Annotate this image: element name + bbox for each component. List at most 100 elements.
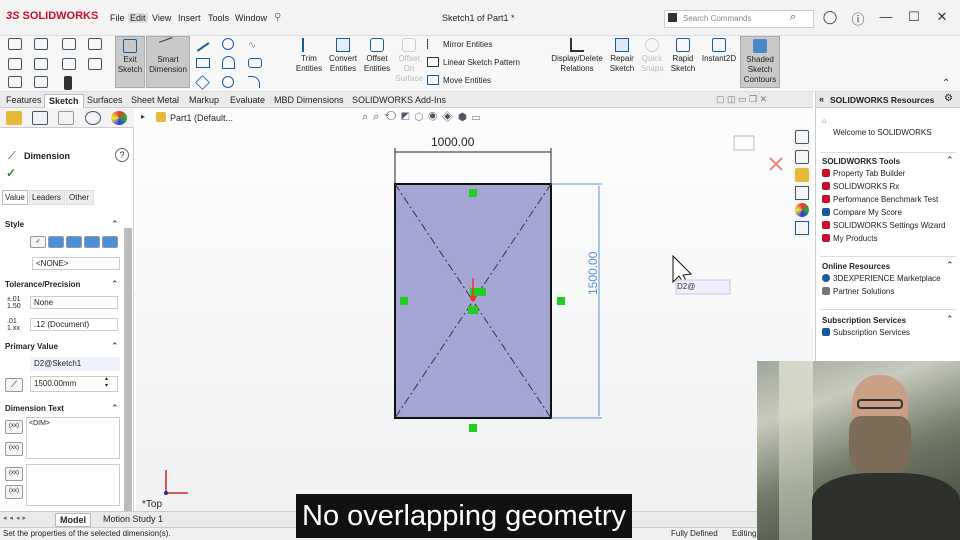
select-icon[interactable] bbox=[62, 58, 76, 70]
dimension-text-field-2[interactable] bbox=[26, 464, 120, 506]
tool-settings-wizard[interactable]: SOLIDWORKS Settings Wizard bbox=[822, 221, 945, 230]
rapid-sketch-button[interactable]: Rapid Sketch bbox=[668, 36, 698, 88]
mirror-entities-button[interactable]: Mirror Entities bbox=[427, 39, 543, 53]
style-load-icon[interactable] bbox=[102, 236, 118, 248]
subtab-other[interactable]: Other bbox=[66, 190, 94, 205]
style-favorite-icon[interactable] bbox=[48, 236, 64, 248]
precision-dropdown[interactable]: .12 (Document) bbox=[30, 318, 118, 331]
minimize-button[interactable]: — bbox=[876, 9, 896, 27]
tab-surfaces[interactable]: Surfaces bbox=[83, 94, 127, 108]
feature-manager-icon[interactable] bbox=[6, 111, 22, 125]
help-icon[interactable]: ⓘ bbox=[848, 9, 868, 27]
graphics-area[interactable]: ▸ Part1 (Default... ⌕⌕⟲◩⬡◉◈⬢▭ 1000.00 15… bbox=[136, 108, 813, 511]
dimension-name-field[interactable]: D2@Sketch1 bbox=[30, 357, 120, 371]
ellipse-icon[interactable] bbox=[222, 76, 234, 88]
gear-icon[interactable]: ⚙ bbox=[944, 93, 953, 104]
move-entities-button[interactable]: Move Entities bbox=[427, 75, 543, 89]
sketch-canvas[interactable] bbox=[136, 108, 813, 511]
options-icon[interactable] bbox=[8, 76, 22, 88]
tab-motion-study[interactable]: Motion Study 1 bbox=[103, 514, 163, 524]
repair-sketch-button[interactable]: Repair Sketch bbox=[607, 36, 637, 88]
display-manager-icon[interactable] bbox=[111, 111, 127, 125]
custom-properties-icon[interactable] bbox=[795, 221, 809, 235]
horizontal-relation-top[interactable] bbox=[469, 189, 477, 197]
collapse-subscription-icon[interactable]: ⌃ bbox=[946, 314, 954, 325]
tab-scroll-arrows[interactable]: ◂◂◂▸ bbox=[3, 514, 29, 522]
user-icon[interactable]: ◯ bbox=[820, 9, 840, 27]
dim-text-button-4[interactable]: (xx) bbox=[5, 485, 23, 499]
save-icon[interactable] bbox=[34, 38, 48, 50]
file-explorer-icon[interactable] bbox=[795, 168, 809, 182]
tolerance-type-dropdown[interactable]: None bbox=[30, 296, 118, 309]
menu-window[interactable]: Window bbox=[235, 13, 267, 23]
collapse-online-icon[interactable]: ⌃ bbox=[946, 260, 954, 271]
quick-snaps-button[interactable]: Quick Snaps bbox=[638, 36, 666, 88]
horizontal-relation-bottom[interactable] bbox=[469, 424, 477, 432]
style-save-icon[interactable] bbox=[84, 236, 100, 248]
settings-icon[interactable] bbox=[88, 58, 102, 70]
fillet-icon[interactable] bbox=[248, 76, 260, 88]
pin-icon[interactable]: ⚲ bbox=[274, 12, 281, 23]
ok-checkmark-icon[interactable]: ✓ bbox=[6, 166, 16, 180]
online-marketplace-link[interactable]: 3DEXPERIENCE Marketplace bbox=[822, 274, 941, 283]
menu-insert[interactable]: Insert bbox=[178, 13, 201, 23]
collapse-ribbon-icon[interactable]: ⌃ bbox=[942, 78, 950, 89]
display-delete-relations-button[interactable]: Display/Delete Relations bbox=[548, 36, 606, 88]
tab-evaluate[interactable]: Evaluate bbox=[226, 94, 269, 108]
collapse-style-icon[interactable]: ⌃ bbox=[111, 219, 119, 230]
panel-controls-icon[interactable]: ▢ ◫ ▭ ❐ ✕ bbox=[716, 94, 767, 105]
style-add-icon[interactable] bbox=[66, 236, 82, 248]
subscription-services-link[interactable]: Subscription Services bbox=[822, 328, 910, 337]
online-partner-solutions-link[interactable]: Partner Solutions bbox=[822, 287, 894, 296]
circle-icon[interactable] bbox=[222, 38, 234, 50]
resources-home-icon[interactable] bbox=[795, 130, 809, 144]
tool-my-products[interactable]: My Products bbox=[822, 234, 877, 243]
pick-value-icon[interactable]: ⟋ bbox=[5, 378, 23, 392]
welcome-link[interactable]: Welcome to SOLIDWORKS bbox=[833, 128, 932, 137]
menu-view[interactable]: View bbox=[152, 13, 171, 23]
tool-property-tab-builder[interactable]: Property Tab Builder bbox=[822, 169, 905, 178]
collapse-dimension-text-icon[interactable]: ⌃ bbox=[111, 403, 119, 414]
appearances-icon[interactable] bbox=[795, 203, 809, 217]
tab-markup[interactable]: Markup bbox=[185, 94, 223, 108]
linear-sketch-pattern-button[interactable]: Linear Sketch Pattern bbox=[427, 57, 543, 71]
rectangle-icon[interactable] bbox=[196, 58, 210, 68]
subtab-value[interactable]: Value bbox=[2, 190, 28, 205]
menu-file[interactable]: File bbox=[110, 13, 125, 23]
height-dimension-text[interactable]: 1500.00 bbox=[586, 252, 600, 295]
shaded-sketch-contours-button[interactable]: Shaded Sketch Contours bbox=[740, 36, 780, 88]
coincident-relation-icon[interactable] bbox=[468, 306, 478, 314]
panel-scrollbar[interactable] bbox=[124, 228, 132, 511]
tab-features[interactable]: Features bbox=[2, 94, 46, 108]
value-spinner[interactable]: ▴ ▾ bbox=[105, 376, 108, 390]
collapse-tolerance-icon[interactable]: ⌃ bbox=[111, 279, 119, 290]
maximize-button[interactable]: ☐ bbox=[904, 9, 924, 27]
open-icon[interactable] bbox=[8, 58, 22, 70]
solidworks-logo[interactable]: 3S SOLIDWORKS bbox=[6, 10, 98, 22]
offset-on-surface-button[interactable]: Offset On Surface bbox=[394, 36, 424, 88]
vertical-relation-left[interactable] bbox=[400, 297, 408, 305]
tab-solidworks-addins[interactable]: SOLIDWORKS Add-Ins bbox=[348, 94, 450, 108]
undo-icon[interactable] bbox=[34, 58, 48, 70]
dim-text-button-3[interactable]: (xx) bbox=[5, 467, 23, 481]
view-palette-icon[interactable] bbox=[795, 186, 809, 200]
width-dimension-text[interactable]: 1000.00 bbox=[431, 135, 474, 149]
vertical-relation-right[interactable] bbox=[557, 297, 565, 305]
tab-model[interactable]: Model bbox=[55, 513, 91, 527]
instant2d-button[interactable]: Instant2D bbox=[700, 36, 738, 88]
dim-text-button-2[interactable]: (xx) bbox=[5, 442, 23, 456]
tab-sketch[interactable]: Sketch bbox=[44, 94, 84, 108]
menu-edit[interactable]: Edit bbox=[128, 13, 148, 23]
polygon-icon[interactable] bbox=[195, 75, 210, 90]
style-dropdown[interactable]: <NONE> bbox=[32, 257, 120, 270]
subtab-leaders[interactable]: Leaders bbox=[29, 190, 65, 205]
new-icon[interactable] bbox=[8, 38, 22, 50]
dim-text-button-1[interactable]: (xx) bbox=[5, 420, 23, 434]
collapse-panel-icon[interactable]: « bbox=[819, 94, 824, 104]
dimension-text-field[interactable]: <DIM> bbox=[26, 417, 120, 459]
spline-icon[interactable]: ∿ bbox=[248, 40, 256, 51]
configuration-manager-icon[interactable] bbox=[58, 111, 74, 125]
collapse-primary-value-icon[interactable]: ⌃ bbox=[111, 341, 119, 352]
arc-icon[interactable] bbox=[222, 56, 235, 69]
convert-entities-button[interactable]: Convert Entities bbox=[326, 36, 360, 88]
